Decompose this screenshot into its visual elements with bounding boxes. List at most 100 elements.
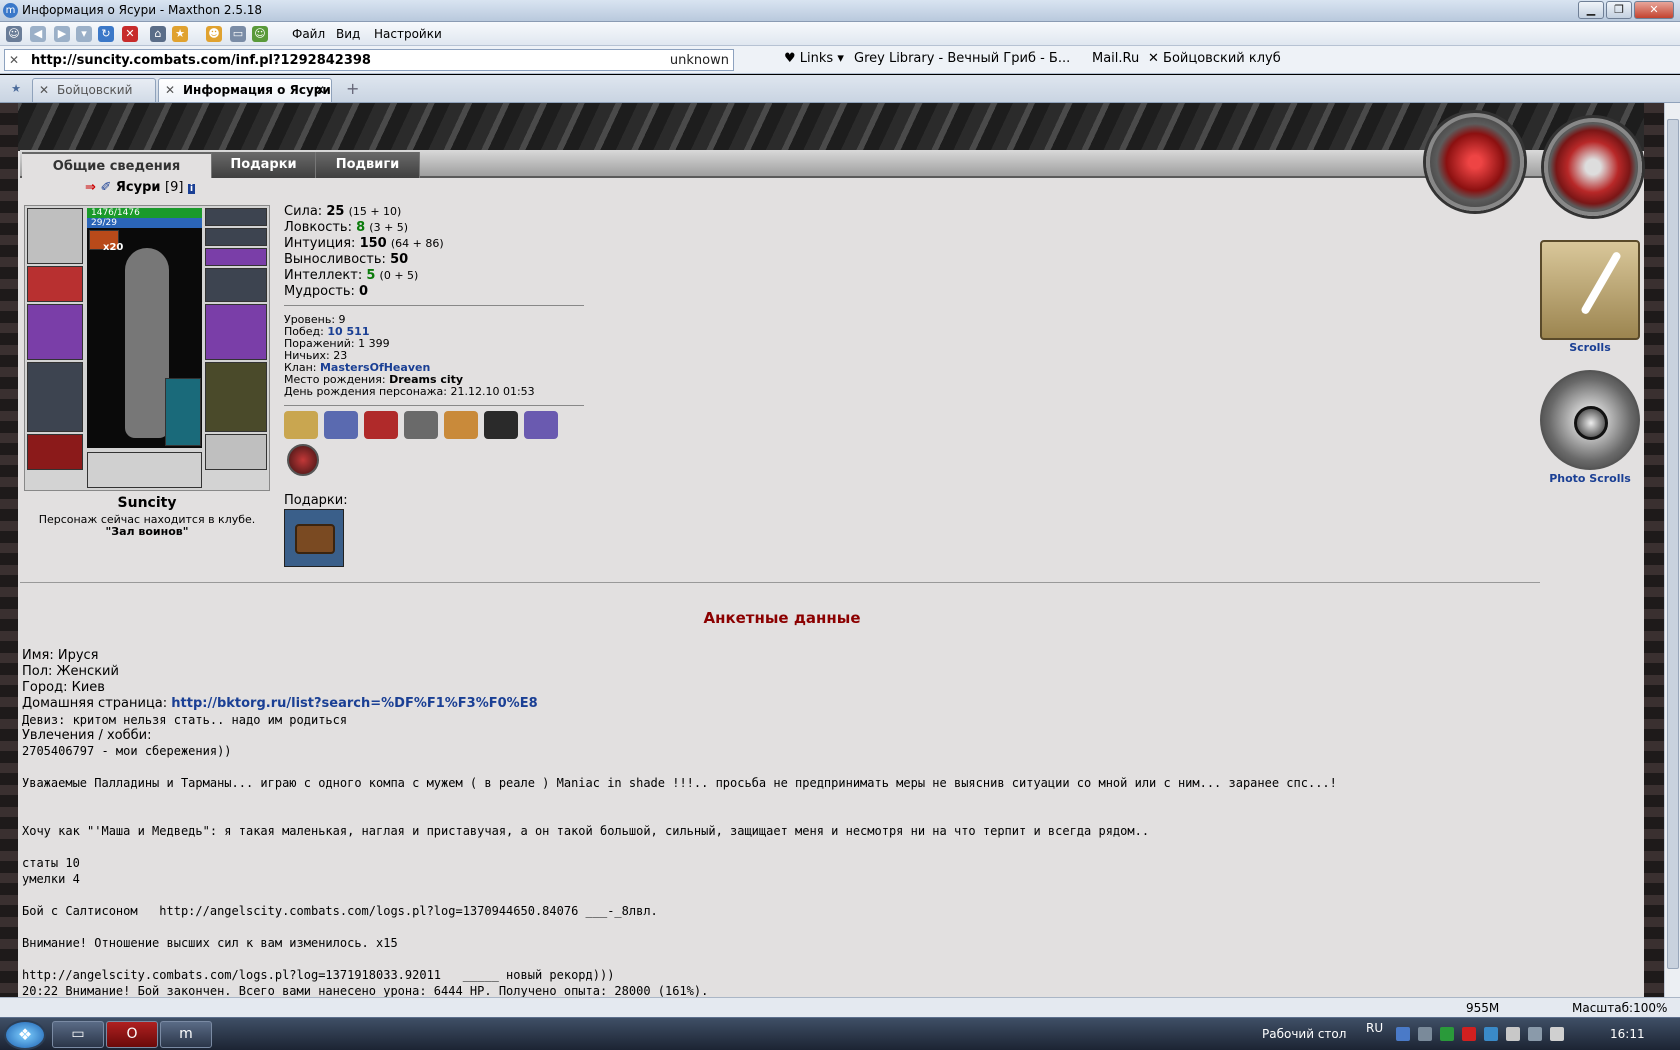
compass-badge-icon[interactable] — [444, 411, 478, 439]
homepage-link[interactable]: http://bktorg.ru/list?search=%DF%F1%F3%F… — [171, 696, 537, 711]
maxthon-app-icon[interactable]: m — [3, 3, 18, 18]
bookmark-mailru[interactable]: Mail.Ru — [1092, 51, 1139, 66]
forward-icon[interactable]: ▶ — [54, 26, 70, 42]
home-icon[interactable]: ⌂ — [150, 26, 166, 42]
clan-emblem-icon[interactable] — [287, 444, 319, 476]
stop-icon[interactable]: ✕ — [122, 26, 138, 42]
monitor-icon[interactable] — [1528, 1027, 1542, 1041]
stat-row: Выносливость: 50 — [284, 252, 444, 268]
rose-medal-icon[interactable] — [1426, 113, 1524, 211]
clock[interactable]: 16:11 — [1610, 1027, 1645, 1041]
url-text: http://suncity.combats.com/inf.pl?129284… — [31, 53, 371, 68]
mana-bar: 29/29 — [87, 218, 202, 228]
minimize-button[interactable]: ▁ — [1578, 1, 1604, 19]
security-status[interactable]: unknown — [670, 53, 729, 68]
users-icon[interactable]: ☺ — [252, 26, 268, 42]
user-icon[interactable]: ☺ — [6, 26, 22, 42]
tab-character-info[interactable]: ✕ Информация о Ясури ✕ — [158, 78, 332, 102]
decorative-frame-left — [0, 103, 18, 997]
info-icon[interactable]: i — [187, 184, 196, 194]
scrollbar-thumb[interactable] — [1667, 119, 1679, 969]
boots-slot[interactable] — [205, 434, 267, 470]
camera-icon[interactable] — [1540, 370, 1640, 470]
field-homepage: Домашняя страница: http://bktorg.ru/list… — [22, 696, 538, 712]
bracers-slot[interactable] — [27, 266, 83, 302]
stat-label: Сила: — [284, 204, 323, 219]
earrings-slot[interactable] — [205, 208, 267, 226]
stat-label: Выносливость: — [284, 252, 386, 267]
close-button[interactable]: ✕ — [1634, 1, 1674, 19]
volume-icon[interactable] — [1550, 1027, 1564, 1041]
tray-tool-icon[interactable] — [1418, 1027, 1432, 1041]
amulet-slot[interactable] — [205, 228, 267, 246]
favorites-star-icon[interactable]: ★ — [8, 81, 24, 97]
rings-slot[interactable] — [205, 248, 267, 266]
smiley-icon[interactable]: ☻ — [206, 26, 222, 42]
tray-ru-icon[interactable] — [1462, 1027, 1476, 1041]
stat-detail: (64 + 86) — [390, 237, 444, 250]
handshake-badge-icon[interactable] — [284, 411, 318, 439]
menu-view[interactable]: Вид — [336, 27, 360, 41]
tab-general-info[interactable]: Общие сведения — [22, 152, 212, 178]
character-name: Ясури — [115, 180, 161, 195]
private-message-arrow-icon[interactable]: ⇒ — [85, 180, 96, 195]
zoom-level[interactable]: Масштаб:100% — [1572, 1001, 1667, 1015]
desktop-toolbar-label[interactable]: Рабочий стол — [1262, 1027, 1346, 1041]
opera-task-icon[interactable]: O — [106, 1021, 158, 1048]
grey-library-label: Grey Library - Вечный Гриб - Б... — [854, 51, 1071, 66]
pet-slot[interactable] — [165, 378, 201, 446]
tab-gifts[interactable]: Подарки — [212, 152, 316, 178]
links-toolbar-button[interactable]: ♥ Links ▾ — [784, 51, 844, 66]
vertical-scrollbar[interactable] — [1664, 103, 1680, 997]
info-label: День рождения персонажа: — [284, 385, 447, 398]
fight-club-favicon-icon: ✕ — [165, 83, 176, 97]
armor-slot[interactable] — [27, 362, 83, 432]
helmet-slot[interactable] — [27, 208, 83, 264]
belt-slot[interactable] — [27, 434, 83, 470]
photo-scrolls-link[interactable]: Photo Scrolls — [1530, 472, 1650, 485]
gift-chest-icon[interactable] — [284, 509, 344, 567]
tab-close-icon[interactable]: ✕ — [315, 79, 325, 101]
section-divider — [20, 582, 1540, 583]
grey-shield-badge-icon[interactable] — [404, 411, 438, 439]
right-weapon-slot[interactable] — [205, 304, 267, 360]
fist-medal-icon[interactable] — [1544, 118, 1642, 216]
new-tab-button[interactable]: + — [346, 79, 359, 98]
url-input[interactable]: ✕ http://suncity.combats.com/inf.pl?1292… — [4, 49, 734, 71]
character-city: Suncity — [117, 495, 177, 511]
maximize-button[interactable]: ❐ — [1606, 1, 1632, 19]
title-bar: m Информация о Ясури - Maxthon 2.5.18 ▁ … — [0, 0, 1680, 22]
scrolls-link[interactable]: Scrolls — [1540, 341, 1640, 354]
pants-slot[interactable] — [205, 362, 267, 432]
shield-badge-icon[interactable] — [324, 411, 358, 439]
tray-green-icon[interactable] — [1440, 1027, 1454, 1041]
left-weapon-slot[interactable] — [27, 304, 83, 360]
decorative-frame-right — [1644, 103, 1664, 997]
tab-fight-club[interactable]: ✕ Бойцовский клуб — [32, 78, 156, 119]
back-icon[interactable]: ◀ — [30, 26, 46, 42]
star-badge-icon[interactable] — [524, 411, 558, 439]
refresh-icon[interactable]: ↻ — [98, 26, 114, 42]
tray-network-icon[interactable] — [1484, 1027, 1498, 1041]
tab-achievements[interactable]: Подвиги — [316, 152, 420, 178]
scrolls-book-icon[interactable] — [1540, 240, 1640, 340]
window-icon[interactable]: ▭ — [230, 26, 246, 42]
maxthon-task-icon[interactable]: m — [160, 1021, 212, 1048]
flag-icon[interactable] — [1506, 1027, 1520, 1041]
red-shield-badge-icon[interactable] — [364, 411, 398, 439]
explorer-task-icon[interactable]: ▭ — [52, 1021, 104, 1048]
tray-app-icon[interactable] — [1396, 1027, 1410, 1041]
tab-label: Информация о Ясури — [183, 83, 331, 97]
favorites-icon[interactable]: ★ — [172, 26, 188, 42]
menu-settings[interactable]: Настройки — [374, 27, 442, 41]
bookmark-grey-library[interactable]: Grey Library - Вечный Гриб - Б... — [854, 51, 1070, 66]
stat-row: Ловкость: 8 (3 + 5) — [284, 220, 444, 236]
warrior-badge-icon[interactable] — [484, 411, 518, 439]
bookmark-fight-club[interactable]: ✕ Бойцовский клуб — [1148, 51, 1281, 66]
potion-count: x20 — [103, 242, 124, 253]
start-button[interactable]: ❖ — [4, 1020, 46, 1050]
history-dropdown-icon[interactable]: ▾ — [76, 26, 92, 42]
language-indicator[interactable]: RU — [1366, 1021, 1383, 1035]
gloves-slot[interactable] — [205, 268, 267, 302]
menu-file[interactable]: Файл — [292, 27, 325, 41]
